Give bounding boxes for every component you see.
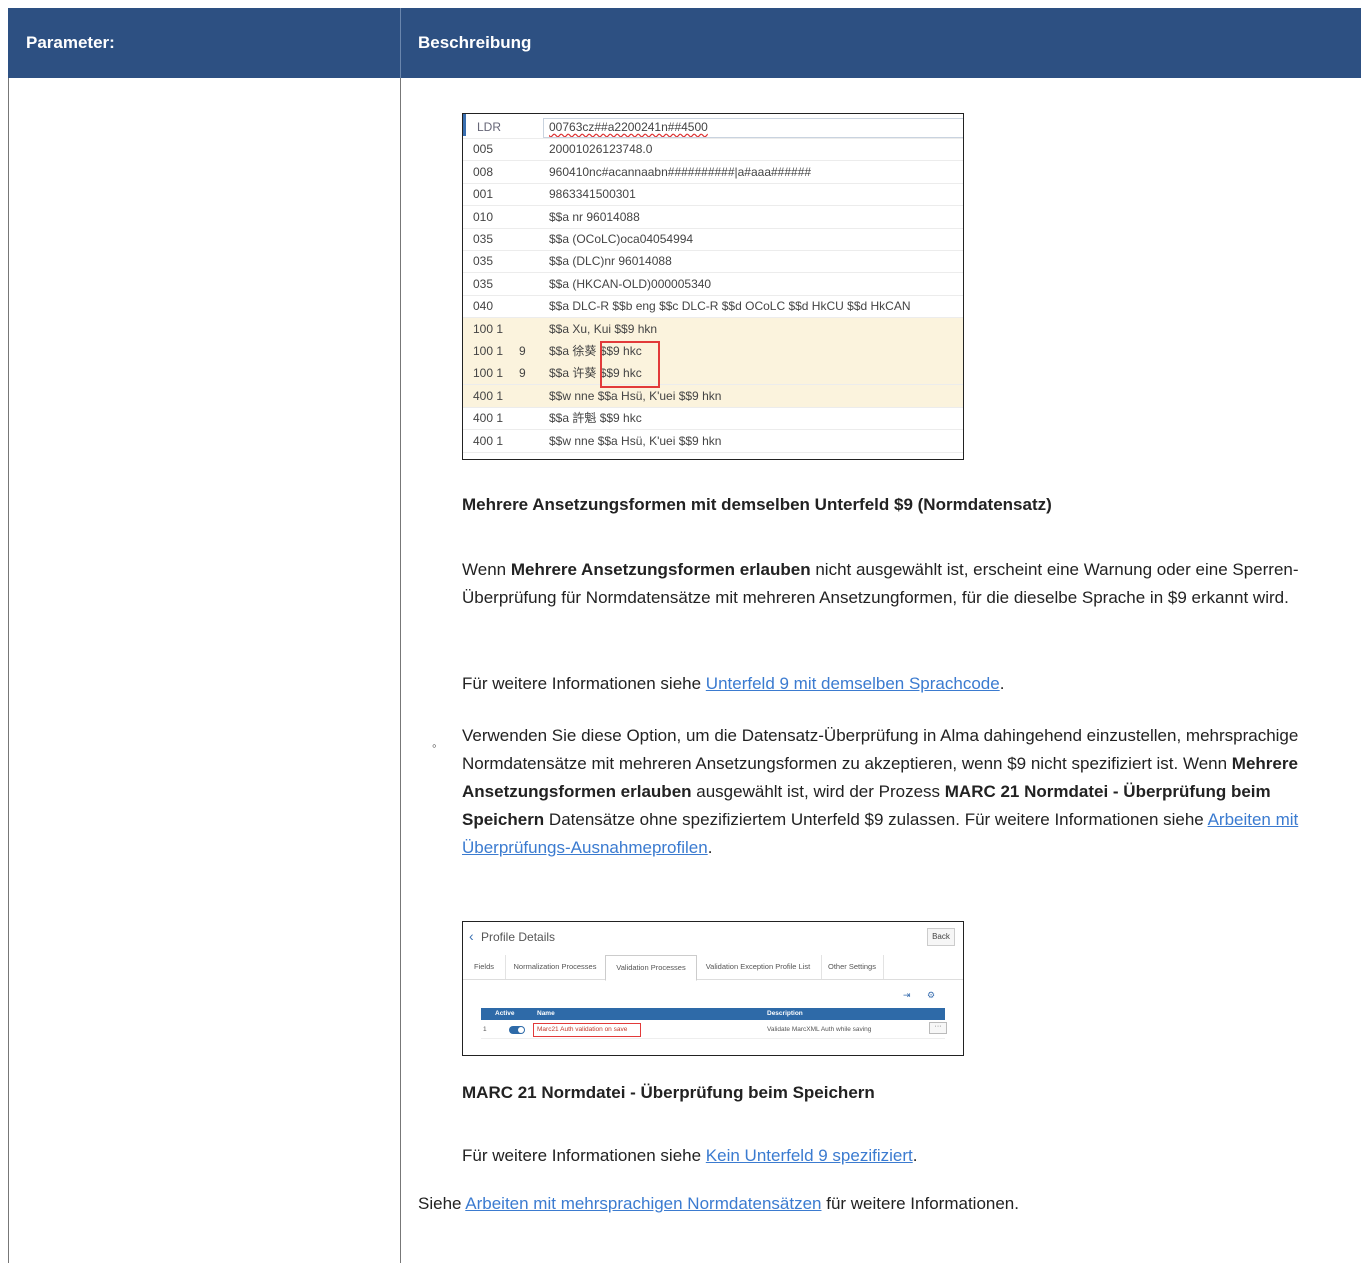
marc-value: $$a (HKCAN-OLD)000005340 xyxy=(549,276,712,291)
marc-record-screenshot: LDR 00763cz##a2200241n##4500 005 2000102612… xyxy=(462,113,964,460)
bullet-text-3: Datensätze ohne spezifiziertem Unterfeld… xyxy=(544,810,1208,829)
marc-field-row: 008 960410nc#acannaabn##########|a#aaa###… xyxy=(463,161,963,184)
marc-field-row: 005 20001026123748.0 xyxy=(463,138,963,162)
marc-leader-row: LDR 00763cz##a2200241n##4500 xyxy=(463,116,963,139)
marc-tag: 005 xyxy=(473,142,494,157)
marc-indicator: 9 xyxy=(519,344,526,358)
marc-value: $$a nr 96014088 xyxy=(549,209,640,224)
marc-tag: 010 xyxy=(473,209,494,224)
para4-end: für weitere Informationen. xyxy=(821,1194,1019,1213)
marc-value: $$a 許魁 $$9 hkc xyxy=(549,411,642,426)
more-actions-button: ··· xyxy=(929,1022,947,1034)
para1-bold: Mehrere Ansetzungsformen erlauben xyxy=(510,560,811,579)
marc-field-row: 100 1 9 $$a 许葵 $$9 hkc xyxy=(463,362,963,386)
tab-fields: Fields xyxy=(463,955,506,979)
marc-field-row: 100 1 $$a Xu, Kui $$9 hkn xyxy=(463,317,963,341)
marc-field-row: 035 $$a (DLC)nr 96014088 xyxy=(463,250,963,274)
marc-value: $$a Xu, Kui $$9 hkn xyxy=(549,321,658,336)
back-arrow-icon: ‹ xyxy=(469,928,474,944)
marc-value: $$a DLC-R $$b eng $$c DLC-R $$d OCoLC $$… xyxy=(549,299,911,314)
header-description: Beschreibung xyxy=(418,33,532,52)
marc-value: 960410nc#acannaabn##########|a#aaa###### xyxy=(549,164,812,179)
marc-field-row: 100 1 9 $$a 徐葵 $$9 hkc xyxy=(463,340,963,363)
link-no-subfield-9[interactable]: Kein Unterfeld 9 spezifiziert xyxy=(706,1146,913,1165)
ldr-input-box xyxy=(543,118,963,138)
para1-text: Wenn xyxy=(462,560,511,579)
marc-tag: 100 1 xyxy=(473,321,504,336)
tab-validation-exception-profile-list: Validation Exception Profile List xyxy=(695,955,822,979)
paragraph-see-also-2: Für weitere Informationen siehe Kein Unt… xyxy=(462,1142,917,1170)
link-subfield-9-same-language[interactable]: Unterfeld 9 mit demselben Sprachcode xyxy=(706,674,1000,693)
paragraph-warning: Wenn Mehrere Ansetzungsformen erlauben n… xyxy=(462,556,1322,612)
link-multilingual-authority-records[interactable]: Arbeiten mit mehrsprachigen Normdatensät… xyxy=(465,1194,821,1213)
marc-tag: 400 1 xyxy=(473,411,504,426)
tab-validation-processes: Validation Processes xyxy=(605,955,697,981)
marc-value: 9863341500301 xyxy=(549,187,636,202)
highlight-box xyxy=(600,341,660,388)
profile-details-screenshot: ‹ Profile Details Back Fields Normalizati… xyxy=(462,921,964,1056)
marc-value: $$w nne $$a Hsü, K'uei $$9 hkn xyxy=(549,433,722,448)
marc-value: $$a (OCoLC)oca04054994 xyxy=(549,232,694,246)
row-number: 1 xyxy=(483,1026,487,1033)
row-name: Marc21 Auth validation on save xyxy=(537,1026,628,1033)
marc-tag: 100 1 xyxy=(473,344,504,358)
marc-tag: 400 1 xyxy=(473,388,504,403)
para3-text: Für weitere Informationen siehe xyxy=(462,1146,706,1165)
col-active: Active xyxy=(495,1010,515,1017)
marc-field-row: 040 $$a DLC-R $$b eng $$c DLC-R $$d OCoLC… xyxy=(463,295,963,319)
table-row: 1 Marc21 Auth validation on save Validat… xyxy=(481,1022,947,1039)
marc-field-row: 400 1 $$a 許魁 $$9 hkc xyxy=(463,407,963,431)
marc-tag: 400 1 xyxy=(473,433,504,448)
left-border xyxy=(8,78,9,1263)
tab-other-settings: Other Settings xyxy=(821,955,884,979)
header-divider xyxy=(400,8,401,78)
bullet-marker: ◦ xyxy=(432,738,437,753)
marc-tag: 008 xyxy=(473,164,494,179)
bullet-text-2: ausgewählt ist, wird der Prozess xyxy=(691,782,945,801)
marc-tag: 040 xyxy=(473,299,494,314)
marc-field-row: 001 9863341500301 xyxy=(463,183,963,207)
profile-tabs: Fields Normalization Processes Validation … xyxy=(463,955,963,981)
caption-multiple-headings: Mehrere Ansetzungsformen mit demselben U… xyxy=(462,495,1052,514)
marc-value: $$w nne $$a Hsü, K'uei $$9 hkn xyxy=(549,388,722,403)
tab-normalization-processes: Normalization Processes xyxy=(505,955,606,979)
marc-indicator: 9 xyxy=(519,366,526,381)
marc-value: $$a (DLC)nr 96014088 xyxy=(549,254,672,269)
para3-end: . xyxy=(912,1146,918,1165)
para2-end: . xyxy=(999,674,1005,693)
paragraph-see-also-3: Siehe Arbeiten mit mehrsprachigen Normda… xyxy=(418,1190,1019,1218)
col-name: Name xyxy=(537,1010,555,1017)
gear-icon: ⚙ xyxy=(927,990,936,1000)
marc-tag: 100 1 xyxy=(473,366,504,381)
bullet-paragraph: Verwenden Sie diese Option, um die Daten… xyxy=(462,722,1342,862)
paragraph-see-also-1: Für weitere Informationen siehe Unterfel… xyxy=(462,670,1004,698)
marc-tag: LDR xyxy=(477,120,502,134)
processes-table-header: Active Name Description xyxy=(481,1008,945,1020)
marc-tag: 035 xyxy=(473,276,494,291)
marc-field-row: 035 $$a (OCoLC)oca04054994 xyxy=(463,228,963,251)
marc-tag: 035 xyxy=(473,232,494,246)
table-header: Parameter: Beschreibung xyxy=(8,8,1361,78)
marc-field-row: 010 $$a nr 96014088 xyxy=(463,206,963,229)
bullet-text-1: Verwenden Sie diese Option, um die Daten… xyxy=(462,726,1299,773)
caption-marc21-validation: MARC 21 Normdatei - Überprüfung beim Spe… xyxy=(462,1083,875,1102)
marc-field-row: 400 1 $$w nne $$a Hsü, K'uei $$9 hkn xyxy=(463,384,963,408)
active-toggle xyxy=(509,1026,525,1034)
para4-text: Siehe xyxy=(418,1194,466,1213)
row-description: Validate MarcXML Auth while saving xyxy=(767,1026,872,1033)
bullet-text-4: . xyxy=(707,838,713,857)
header-parameter: Parameter: xyxy=(26,33,115,52)
back-button: Back xyxy=(927,928,955,946)
export-icon: ⇥ xyxy=(903,990,911,1000)
col-description: Description xyxy=(767,1010,803,1017)
profile-title: Profile Details xyxy=(481,930,556,944)
marc-tag: 035 xyxy=(473,254,494,269)
column-divider xyxy=(400,78,401,1263)
para2-text: Für weitere Informationen siehe xyxy=(462,674,706,693)
marc-tag: 001 xyxy=(473,187,494,202)
marc-field-row: 400 1 $$w nne $$a Hsü, K'uei $$9 hkn xyxy=(463,430,963,453)
marc-field-row: 035 $$a (HKCAN-OLD)000005340 xyxy=(463,273,963,296)
marc-value: 20001026123748.0 xyxy=(549,142,653,157)
